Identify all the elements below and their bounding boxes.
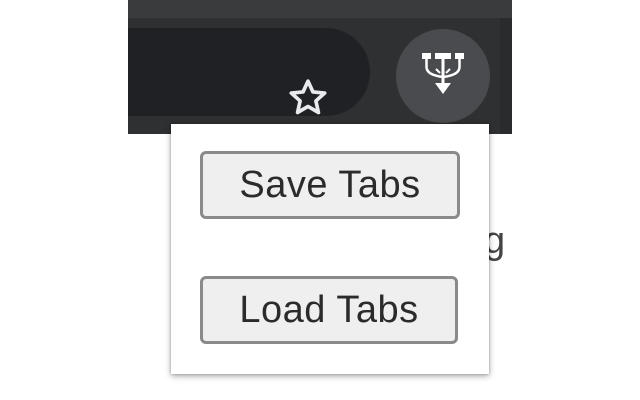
tab-strip bbox=[128, 0, 512, 18]
load-tabs-button[interactable]: Load Tabs bbox=[200, 276, 458, 344]
tab-tree-icon bbox=[418, 49, 468, 104]
bookmark-button[interactable] bbox=[280, 72, 336, 128]
extension-button[interactable] bbox=[396, 29, 490, 123]
toolbar-edge bbox=[500, 18, 512, 134]
extension-popup: Save Tabs Load Tabs bbox=[171, 124, 489, 374]
save-tabs-button[interactable]: Save Tabs bbox=[200, 151, 460, 219]
browser-toolbar bbox=[128, 0, 512, 134]
screen: ge Save Tabs Load Tabs bbox=[0, 0, 640, 400]
star-icon bbox=[286, 76, 330, 125]
address-bar[interactable] bbox=[128, 28, 370, 116]
